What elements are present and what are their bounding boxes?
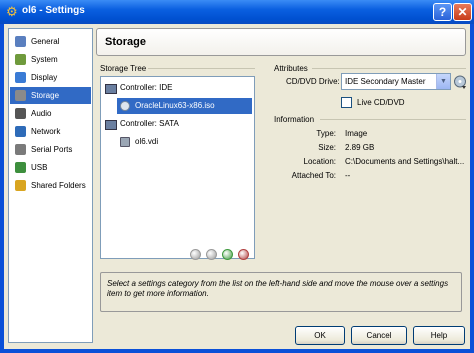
sidebar-item-label: Storage <box>31 91 60 100</box>
sidebar-item-usb[interactable]: USB <box>10 159 91 176</box>
help-text-box: Select a settings category from the list… <box>100 272 462 312</box>
sidebar-item-general[interactable]: General <box>10 33 91 50</box>
sidebar-item-system[interactable]: System <box>10 51 91 68</box>
audio-icon <box>15 108 26 119</box>
attributes-label: Attributes <box>274 64 308 73</box>
help-button[interactable]: Help <box>413 326 465 345</box>
general-icon <box>15 36 26 47</box>
help-text: Select a settings category from the list… <box>107 279 449 298</box>
tree-controller-label: Controller: SATA <box>120 119 179 128</box>
info-value: -- <box>345 171 351 180</box>
title-bar[interactable]: ⚙ ol6 - Settings ? ✕ <box>0 0 474 24</box>
network-icon <box>15 126 26 137</box>
cancel-button[interactable]: Cancel <box>351 326 407 345</box>
cd-dvd-drive-label: CD/DVD Drive: <box>286 77 340 86</box>
serial-port-icon <box>15 144 26 155</box>
sidebar-item-storage[interactable]: Storage <box>10 87 91 104</box>
live-cd-label: Live CD/DVD <box>357 98 405 107</box>
settings-gear-icon: ⚙ <box>6 4 18 19</box>
tree-attachment[interactable]: ol6.vdi <box>117 134 252 150</box>
chevron-down-icon[interactable]: ▼ <box>436 74 450 89</box>
sidebar-item-network[interactable]: Network <box>10 123 91 140</box>
cd-dvd-drive-value: IDE Secondary Master <box>345 77 426 86</box>
add-attachment-button[interactable] <box>222 249 233 260</box>
display-icon <box>15 72 26 83</box>
tree-attachment[interactable]: OracleLinux63-x86.iso <box>117 98 252 114</box>
ok-button[interactable]: OK <box>295 326 345 345</box>
sata-controller-icon <box>105 120 117 130</box>
storage-icon <box>15 90 26 101</box>
tree-controller-label: Controller: IDE <box>120 83 173 92</box>
cd-dvd-drive-select[interactable]: IDE Secondary Master ▼ <box>341 73 451 90</box>
sidebar-item-label: Serial Ports <box>31 145 73 154</box>
title-help-button[interactable]: ? <box>433 3 452 21</box>
info-value: 2.89 GB <box>345 143 375 152</box>
info-key: Size: <box>318 143 336 152</box>
sidebar-item-label: General <box>31 37 60 46</box>
sidebar-item-label: Shared Folders <box>31 181 86 190</box>
storage-page: Storage Storage Tree Controller: IDE Orac… <box>96 28 466 343</box>
sidebar-item-serial-ports[interactable]: Serial Ports <box>10 141 91 158</box>
sidebar-item-label: USB <box>31 163 48 172</box>
live-cd-checkbox[interactable] <box>341 97 352 108</box>
remove-controller-button[interactable] <box>206 249 217 260</box>
ide-controller-icon <box>105 84 117 94</box>
storage-tree[interactable]: Controller: IDE OracleLinux63-x86.iso Cont… <box>100 76 255 259</box>
sidebar-item-label: Display <box>31 73 58 82</box>
tree-attachment-label: OracleLinux63-x86.iso <box>135 101 215 110</box>
tree-controller[interactable]: Controller: SATA <box>103 116 252 132</box>
sidebar-item-shared-folders[interactable]: Shared Folders <box>10 177 91 194</box>
window-title: ol6 - Settings <box>22 5 85 16</box>
divider <box>320 119 466 120</box>
sidebar-item-label: Audio <box>31 109 52 118</box>
storage-tree-label: Storage Tree <box>100 64 147 73</box>
info-value: Image <box>345 129 368 138</box>
info-key: Attached To: <box>291 171 336 180</box>
sidebar-item-label: Network <box>31 127 61 136</box>
cd-icon <box>120 101 130 111</box>
dialog-client: General System Display Storage Audio Network S… <box>4 24 470 349</box>
divider <box>148 68 255 69</box>
information-label: Information <box>274 115 315 124</box>
tree-attachment-label: ol6.vdi <box>135 137 159 146</box>
title-close-button[interactable]: ✕ <box>453 3 472 21</box>
page-title: Storage <box>105 36 146 48</box>
info-value: C:\Documents and Settings\halt... <box>345 157 465 166</box>
system-icon <box>15 54 26 65</box>
settings-window: ⚙ ol6 - Settings ? ✕ General System Displa… <box>0 0 474 353</box>
sidebar-item-label: System <box>31 55 58 64</box>
hard-disk-icon <box>120 137 130 147</box>
tree-controller[interactable]: Controller: IDE <box>103 80 252 96</box>
choose-disk-image-button[interactable] <box>453 73 467 90</box>
settings-category-list[interactable]: General System Display Storage Audio Network S… <box>8 28 93 343</box>
info-key: Location: <box>303 157 336 166</box>
info-key: Type: <box>316 129 336 138</box>
shared-folder-icon <box>15 180 26 191</box>
divider <box>312 68 466 69</box>
remove-attachment-button[interactable] <box>238 249 249 260</box>
usb-icon <box>15 162 26 173</box>
add-controller-button[interactable] <box>190 249 201 260</box>
sidebar-item-audio[interactable]: Audio <box>10 105 91 122</box>
page-header: Storage <box>96 28 466 56</box>
sidebar-item-display[interactable]: Display <box>10 69 91 86</box>
